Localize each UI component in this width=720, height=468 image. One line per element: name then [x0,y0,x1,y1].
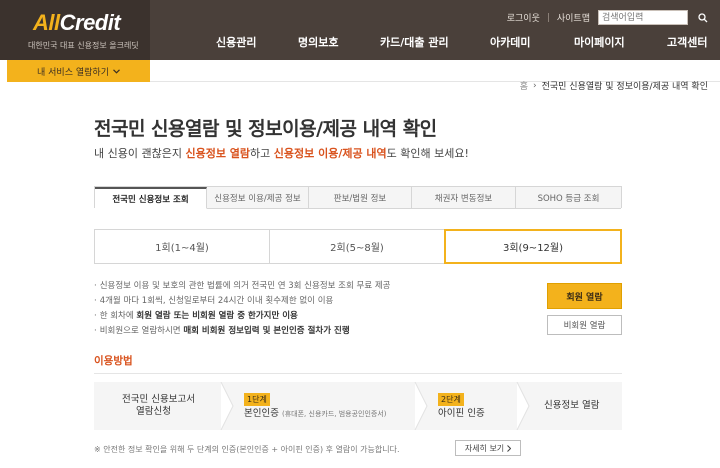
step-2: 2단계 아이핀 인증 [438,392,485,419]
nav-customer-center[interactable]: 고객센터 [667,34,707,50]
logo-tagline: 대한민국 대표 신용정보 올크레딧 [28,41,139,50]
list-item: 4개월 마다 1회씩, 신청일로부터 24시간 이내 횟수제한 없이 이용 [94,294,514,309]
header: AllCredit 대한민국 대표 신용정보 올크레딧 로그이웃 사이트맵 신용… [0,0,720,60]
page-title: 전국민 신용열람 및 정보이용/제공 내역 확인 [94,118,437,140]
tab-bar: 전국민 신용정보 조회 신용정보 이용/제공 정보 판보/법원 정보 채권자 변… [94,186,622,209]
tab-soho-grade[interactable]: SOHO 등급 조회 [516,187,621,209]
nav-academy[interactable]: 아카데미 [490,34,530,50]
step-view: 신용정보 열람 [544,400,600,411]
logo[interactable]: AllCredit [33,10,121,36]
usage-steps: 전국민 신용보고서 열람신청 1단계 본인인증 (휴대폰, 신용카드, 범용공인… [94,382,622,430]
nonmember-view-button[interactable]: 비회원 열람 [547,315,622,335]
nav-card-loan[interactable]: 카드/대출 관리 [380,34,449,50]
member-view-button[interactable]: 회원 열람 [547,283,622,309]
chevron-down-icon [113,68,120,74]
utility-bar: 로그이웃 사이트맵 [507,10,710,25]
period-2[interactable]: 2회(5~8월) [270,230,445,263]
search-input[interactable] [598,10,688,25]
info-list: 신용정보 이용 및 보호의 관한 법률에 의거 전국민 연 3회 신용정보 조회… [94,279,514,339]
breadcrumb-home[interactable]: 홈 [520,79,528,92]
arrow-right-icon [516,382,530,430]
notice-text: ※ 안전한 정보 확인을 위해 두 단계의 인증(본인인증 + 아이핀 인증) … [94,445,400,454]
step-request: 전국민 신용보고서 열람신청 [122,394,195,417]
divider [94,373,622,374]
breadcrumb-separator: › [533,80,537,91]
section-title: 이용방법 [94,355,133,367]
period-3[interactable]: 3회(9~12월) [444,229,622,264]
arrow-right-icon [414,382,428,430]
step-1: 1단계 본인인증 (휴대폰, 신용카드, 범용공인인증서) [244,392,387,419]
logout-link[interactable]: 로그이웃 [507,11,540,24]
list-item: 한 회차에 회원 열람 또는 비회원 열람 중 한가지만 이용 [94,309,514,324]
tab-credit-usage[interactable]: 신용정보 이용/제공 정보 [207,187,309,209]
sitemap-link[interactable]: 사이트맵 [557,11,590,24]
list-item: 비회원으로 열람하시면 매회 비회원 정보입력 및 본인인증 절차가 진행 [94,324,514,339]
period-selector: 1회(1~4월) 2회(5~8월) 3회(9~12월) [94,229,622,264]
period-1[interactable]: 1회(1~4월) [95,230,270,263]
more-details-button[interactable]: 자세히 보기 [455,440,521,456]
divider [547,13,549,22]
breadcrumb-current: 전국민 신용열람 및 정보이용/제공 내역 확인 [541,82,708,92]
chevron-right-icon [507,444,512,452]
nav-identity-protection[interactable]: 명의보호 [298,34,338,50]
arrow-right-icon [220,382,234,430]
search-icon[interactable] [696,10,710,25]
page-subtitle: 내 신용이 괜찮은지 신용정보 열람하고 신용정보 이용/제공 내역도 확인해 … [94,147,469,160]
my-service-button[interactable]: 내 서비스 열람하기 [7,60,150,82]
tab-national-credit[interactable]: 전국민 신용정보 조회 [95,187,207,209]
nav-mypage[interactable]: 마이페이지 [574,34,625,50]
list-item: 신용정보 이용 및 보호의 관한 법률에 의거 전국민 연 3회 신용정보 조회… [94,279,514,294]
breadcrumb: 홈 › 전국민 신용열람 및 정보이용/제공 내역 확인 [520,79,708,93]
logo-area[interactable]: AllCredit 대한민국 대표 신용정보 올크레딧 [0,0,150,60]
nav-credit-management[interactable]: 신용관리 [216,34,256,50]
tab-court-info[interactable]: 판보/법원 정보 [309,187,412,209]
tab-creditor-change[interactable]: 채권자 변동정보 [412,187,516,209]
